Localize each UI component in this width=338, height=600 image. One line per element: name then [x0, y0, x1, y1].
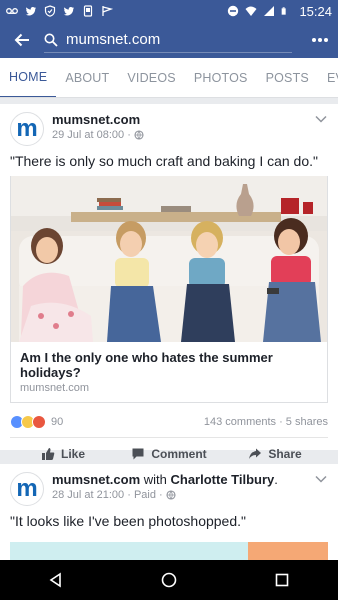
flag-icon — [102, 6, 113, 16]
page-name-link[interactable]: mumsnet.com — [52, 472, 140, 487]
status-bar: 15:24 — [0, 0, 338, 22]
reaction-icons[interactable] — [10, 415, 46, 429]
battery-icon — [282, 7, 287, 15]
globe-icon — [134, 130, 144, 140]
post-card: m mumsnet.com 29 Jul at 08:00 · "There i… — [0, 104, 338, 461]
twitter-icon — [25, 7, 36, 16]
comment-button[interactable]: Comment — [116, 447, 222, 461]
post-header: m mumsnet.com 29 Jul at 08:00 · — [0, 104, 338, 148]
tab-home[interactable]: HOME — [0, 58, 57, 97]
link-title[interactable]: Am I the only one who hates the summer h… — [11, 342, 327, 380]
back-arrow-icon — [14, 33, 29, 47]
post-timestamp[interactable]: 28 Jul at 21:00 · Paid · — [52, 489, 163, 501]
chevron-down-icon[interactable] — [314, 472, 328, 486]
comments-shares-count[interactable]: 143 comments · 5 shares — [204, 416, 328, 428]
link-preview[interactable]: Am I the only one who hates the summer h… — [10, 176, 328, 403]
status-time: 15:24 — [299, 3, 332, 19]
wifi-icon — [245, 6, 257, 16]
tab-about[interactable]: ABOUT — [56, 58, 118, 97]
tagged-page-link[interactable]: Charlotte Tilbury — [170, 472, 274, 487]
post-text: "There is only so much craft and baking … — [10, 153, 318, 169]
search-icon — [44, 33, 58, 47]
more-icon — [312, 38, 328, 42]
with-end: . — [274, 472, 278, 487]
like-label: Like — [60, 446, 85, 461]
share-button[interactable]: Share — [222, 447, 328, 461]
nav-back-button[interactable] — [36, 560, 76, 600]
more-button[interactable] — [302, 22, 338, 58]
back-button[interactable] — [0, 22, 44, 58]
globe-icon — [166, 490, 176, 500]
link-domain: mumsnet.com — [20, 382, 90, 394]
system-nav-bar — [0, 560, 338, 600]
post-text: "It looks like I've been photoshopped." — [10, 513, 246, 529]
post-header: m mumsnet.com with Charlotte Tilbury. 28… — [0, 464, 338, 508]
article-image[interactable] — [11, 176, 327, 342]
comment-icon — [132, 448, 144, 459]
phone-icon — [83, 5, 93, 17]
like-button[interactable]: Like — [10, 447, 116, 461]
chevron-down-icon[interactable] — [314, 112, 328, 126]
post-image[interactable] — [10, 542, 328, 560]
share-arrow-icon — [249, 448, 262, 459]
triangle-back-icon — [49, 572, 62, 588]
tab-events[interactable]: EVENTS — [318, 58, 338, 97]
tab-posts[interactable]: POSTS — [257, 58, 318, 97]
circle-home-icon — [161, 572, 177, 588]
post-card: m mumsnet.com with Charlotte Tilbury. 28… — [0, 464, 338, 560]
share-label: Share — [268, 446, 302, 461]
do-not-disturb-icon — [228, 5, 239, 17]
avatar[interactable]: m — [10, 112, 44, 146]
shield-icon — [44, 5, 56, 17]
voicemail-icon — [6, 8, 18, 14]
search-text: mumsnet.com — [66, 31, 161, 48]
comment-label: Comment — [151, 446, 207, 461]
post-timestamp[interactable]: 29 Jul at 08:00 · — [52, 129, 131, 141]
square-recents-icon — [275, 573, 288, 587]
reactions-bar: 90 143 comments · 5 shares — [0, 407, 338, 437]
avatar[interactable]: m — [10, 472, 44, 506]
page-tabs: HOME ABOUT VIDEOS PHOTOS POSTS EVENTS — [0, 58, 338, 98]
reaction-count[interactable]: 90 — [51, 416, 63, 428]
search-field[interactable]: mumsnet.com — [44, 27, 292, 53]
angry-reaction-icon — [32, 415, 46, 429]
twitter-icon — [63, 7, 74, 16]
with-text: with — [140, 472, 171, 487]
signal-icon — [264, 6, 275, 16]
tab-videos[interactable]: VIDEOS — [118, 58, 184, 97]
thumbs-up-icon — [41, 447, 55, 460]
tab-photos[interactable]: PHOTOS — [185, 58, 257, 97]
page-name-link[interactable]: mumsnet.com — [52, 112, 144, 127]
nav-recents-button[interactable] — [262, 560, 302, 600]
app-bar: mumsnet.com — [0, 22, 338, 58]
nav-home-button[interactable] — [149, 560, 189, 600]
